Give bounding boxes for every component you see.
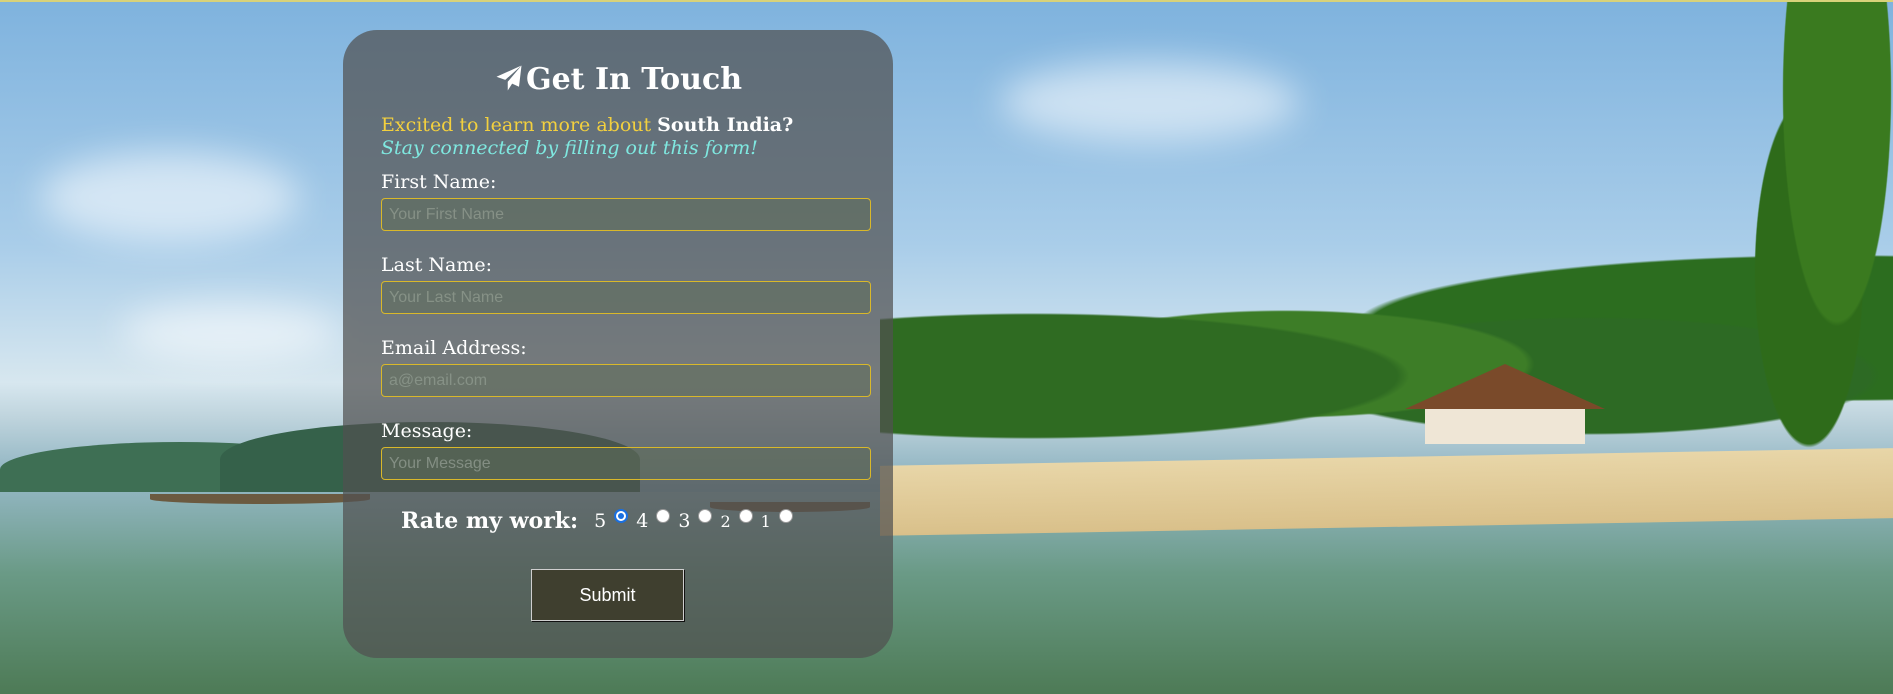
contact-form-card: Get In Touch Excited to learn more about… [343, 30, 893, 658]
last-name-label: Last Name: [381, 254, 492, 276]
page: Get In Touch Excited to learn more about… [0, 0, 1893, 694]
email-input[interactable] [381, 364, 871, 397]
rating-radio-1[interactable] [778, 509, 793, 523]
background-beach-image [0, 2, 1893, 694]
rating-option-label-4: 4 [636, 510, 649, 532]
last-name-input[interactable] [381, 281, 871, 314]
beach-hut [1405, 364, 1605, 444]
rating-option-label-1: 1 [760, 511, 771, 531]
first-name-label: First Name: [381, 171, 497, 193]
submit-button[interactable]: Submit [531, 569, 684, 621]
rating-group: Rate my work: 5 4 3 2 1 [401, 506, 855, 536]
hut-wall [1425, 409, 1585, 444]
trees [880, 232, 1893, 472]
first-name-input[interactable] [381, 198, 871, 231]
rating-option-label-3: 3 [678, 510, 691, 532]
tree [1753, 2, 1893, 452]
rating-radio-3[interactable] [698, 509, 713, 523]
intro-line: Excited to learn more about South India? [381, 114, 855, 137]
paper-plane-icon [496, 65, 522, 91]
message-label: Message: [381, 420, 473, 442]
message-input[interactable] [381, 447, 871, 480]
rating-option-label-2: 2 [720, 511, 731, 531]
cloud [120, 302, 340, 362]
cloud [1000, 62, 1300, 142]
email-label: Email Address: [381, 337, 527, 359]
rating-radio-2[interactable] [738, 509, 753, 523]
rating-radio-5[interactable] [614, 509, 629, 523]
intro-prefix: Excited to learn more about [381, 114, 658, 136]
hut-roof [1405, 364, 1605, 409]
form-subtitle: Stay connected by filling out this form! [381, 137, 758, 159]
intro-highlight: South India? [657, 114, 794, 136]
form-title: Get In Touch [381, 60, 855, 100]
boat [150, 494, 370, 504]
rating-radio-4[interactable] [656, 509, 671, 523]
rating-option-label-5: 5 [594, 510, 607, 532]
cloud [40, 152, 300, 242]
form-title-text: Get In Touch [525, 62, 743, 97]
rating-label: Rate my work: [401, 508, 579, 534]
